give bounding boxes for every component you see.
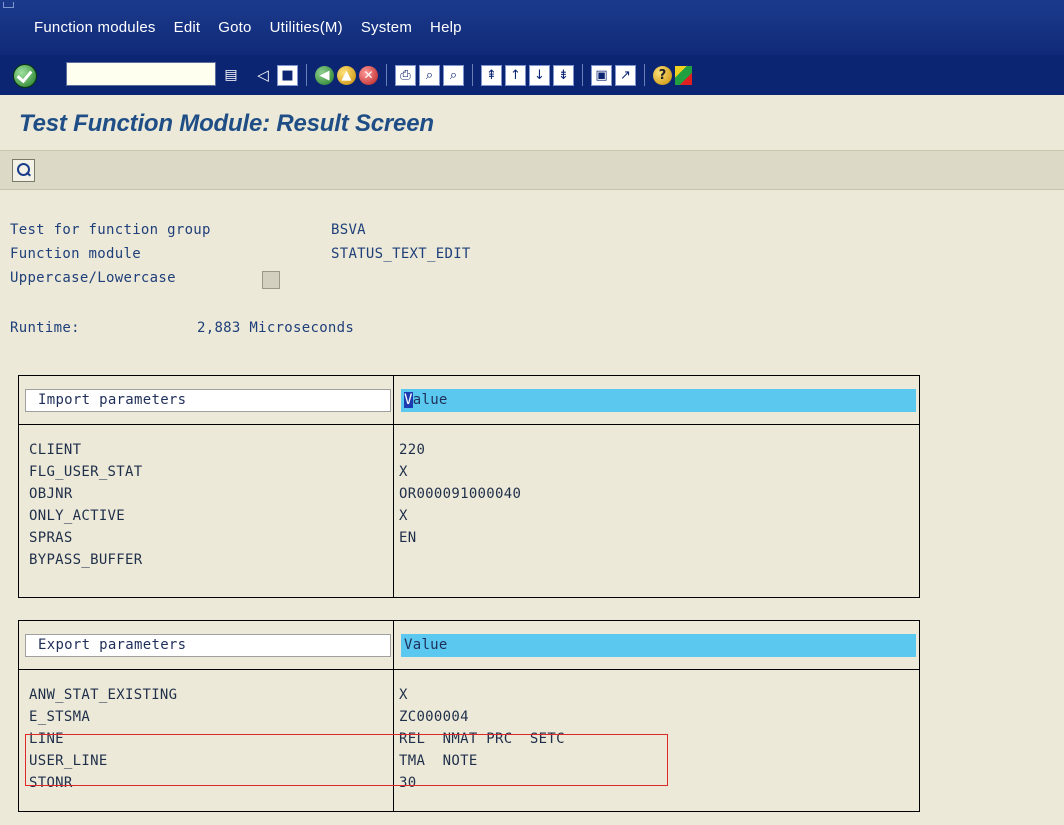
page-title: Test Function Module: Result Screen (19, 110, 434, 137)
find-icon[interactable]: ⌕ (419, 64, 440, 86)
table-row-name: FLG_USER_STAT (29, 464, 143, 480)
table-row-value: ZC000004 (399, 709, 469, 725)
import-parameters-table: Import parameters Value CLIENT 220 FLG_U… (18, 375, 920, 598)
table-row-name: OBJNR (29, 486, 73, 502)
table-divider (19, 669, 919, 670)
enter-icon[interactable] (13, 64, 37, 88)
export-parameters-header: Export parameters (25, 634, 391, 657)
menu-edit[interactable]: Edit (174, 19, 201, 36)
back-green-icon[interactable]: ◀ (315, 65, 334, 85)
menu-help[interactable]: Help (430, 19, 462, 36)
menu: Function modules Edit Goto Utilities(M) … (34, 19, 480, 36)
command-field[interactable] (66, 62, 216, 86)
first-page-icon[interactable]: ⇞ (481, 64, 502, 86)
column-divider (393, 376, 394, 597)
import-parameters-header: Import parameters (25, 389, 391, 412)
table-row-name: BYPASS_BUFFER (29, 552, 143, 568)
find-next-icon[interactable]: ⌕ (443, 64, 464, 86)
create-session-icon[interactable]: ▣ (591, 64, 612, 86)
help-icon[interactable]: ? (653, 65, 672, 85)
next-page-icon[interactable]: ↓ (529, 64, 550, 86)
table-row-name: E_STSMA (29, 709, 91, 725)
menu-system[interactable]: System (361, 19, 412, 36)
toolbar-separator (386, 64, 387, 86)
table-row-value: X (399, 464, 408, 480)
exit-icon[interactable]: ▲ (337, 65, 356, 85)
toolbar-separator (582, 64, 583, 86)
function-group-label: Test for function group (10, 222, 211, 238)
table-row-name: ONLY_ACTIVE (29, 508, 126, 524)
table-row-value: OR000091000040 (399, 486, 522, 502)
detail-view-icon[interactable] (12, 159, 35, 182)
runtime-label: Runtime: (10, 320, 80, 336)
export-value-header: Value (401, 634, 916, 657)
command-history-icon[interactable]: ▤ (221, 63, 241, 85)
application-toolbar (0, 150, 1064, 190)
save-icon[interactable]: ■ (277, 64, 298, 86)
toolbar-separator (472, 64, 473, 86)
export-header-row: Export parameters Value (25, 634, 916, 657)
toolbar-separator (644, 64, 645, 86)
runtime-value: 2,883 Microseconds (197, 320, 355, 336)
text-cursor: V (404, 392, 413, 408)
table-row-name: CLIENT (29, 442, 82, 458)
import-value-header: Value (401, 389, 916, 412)
shortcut-icon[interactable]: ↗ (615, 64, 636, 86)
print-icon[interactable]: ⎙ (395, 64, 416, 86)
standard-toolbar: ▤ ◁ ■ ◀ ▲ ✕ ⎙ ⌕ ⌕ ⇞ ↑ ↓ ⇟ ▣ ↗ ? (0, 55, 1064, 95)
import-value-header-text: alue (412, 392, 448, 408)
highlight-box (25, 734, 668, 786)
case-checkbox[interactable] (262, 271, 280, 289)
table-row-value: EN (399, 530, 417, 546)
case-label: Uppercase/Lowercase (10, 270, 176, 286)
table-row-name: SPRAS (29, 530, 73, 546)
table-row-name: ANW_STAT_EXISTING (29, 687, 178, 703)
last-page-icon[interactable]: ⇟ (553, 64, 574, 86)
system-menu-icon[interactable] (3, 2, 14, 8)
table-row-value: X (399, 687, 408, 703)
function-group-value: BSVA (331, 222, 366, 238)
toolbar-separator (306, 64, 307, 86)
back-icon[interactable]: ◁ (252, 64, 274, 86)
function-module-value: STATUS_TEXT_EDIT (331, 246, 471, 262)
menu-bar: Function modules Edit Goto Utilities(M) … (0, 0, 1064, 55)
cancel-icon[interactable]: ✕ (359, 65, 378, 85)
menu-goto[interactable]: Goto (218, 19, 251, 36)
table-row-value: X (399, 508, 408, 524)
menu-function-modules[interactable]: Function modules (34, 19, 156, 36)
table-divider (19, 424, 919, 425)
toolbar-icons: ◁ ■ ◀ ▲ ✕ ⎙ ⌕ ⌕ ⇞ ↑ ↓ ⇟ ▣ ↗ ? (252, 61, 695, 89)
menu-utilities[interactable]: Utilities(M) (270, 19, 343, 36)
previous-page-icon[interactable]: ↑ (505, 64, 526, 86)
table-row-value: 220 (399, 442, 426, 458)
import-header-row: Import parameters Value (25, 389, 916, 412)
layout-icon[interactable] (675, 65, 692, 85)
function-module-label: Function module (10, 246, 141, 262)
